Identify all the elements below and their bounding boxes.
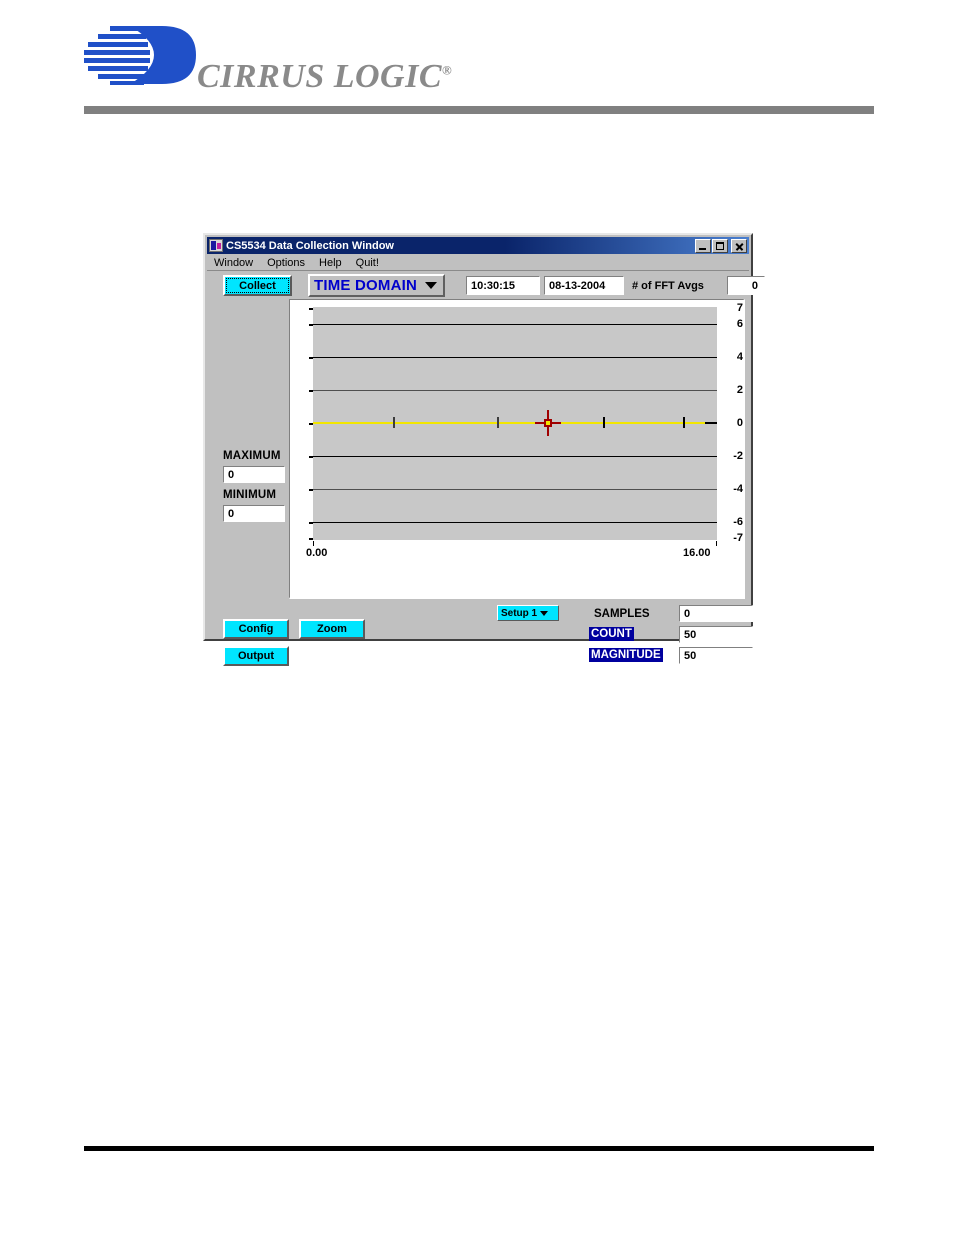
cursor-center-box <box>544 419 552 427</box>
menu-item-help[interactable]: Help <box>312 257 349 269</box>
magnitude-field[interactable]: 50 <box>679 647 753 664</box>
count-label: COUNT <box>589 627 634 641</box>
fft-avgs-label: # of FFT Avgs <box>628 276 725 295</box>
maximum-label: MAXIMUM <box>223 450 281 462</box>
chevron-down-icon <box>425 282 437 289</box>
count-field[interactable]: 50 <box>679 626 753 643</box>
zoom-button[interactable]: Zoom <box>299 619 365 639</box>
close-icon[interactable] <box>731 238 747 253</box>
samples-field[interactable]: 0 <box>679 605 753 622</box>
maximum-field[interactable]: 0 <box>223 466 285 483</box>
x-tick-label: 16.00 <box>683 547 711 559</box>
crosshair-cursor[interactable] <box>535 410 561 436</box>
data-marker <box>603 417 605 428</box>
time-display: 10:30:15 <box>466 276 540 295</box>
brand-wordmark: CIRRUS LOGIC® <box>197 58 452 96</box>
cirrus-logic-logo: CIRRUS LOGIC® <box>84 22 452 98</box>
chevron-down-icon <box>540 610 549 616</box>
y-tick-label: 0 <box>736 417 743 429</box>
domain-mode-select[interactable]: TIME DOMAIN <box>308 274 445 297</box>
registered-mark: ® <box>442 62 453 78</box>
x-tick-mark <box>716 541 717 546</box>
y-tick-label: 4 <box>736 351 743 363</box>
y-tick-label: 6 <box>736 318 743 330</box>
gridline-2 <box>313 390 717 391</box>
y-tick-label: -7 <box>733 532 743 544</box>
gridline-m2 <box>313 456 717 457</box>
gridline-6 <box>313 324 717 325</box>
y-tick-label: -2 <box>733 450 743 462</box>
data-marker <box>393 417 395 428</box>
x-tick-label: 0.00 <box>306 547 328 559</box>
collect-button[interactable]: Collect <box>223 275 292 296</box>
gridline-4 <box>313 357 717 358</box>
samples-label: SAMPLES <box>594 608 650 620</box>
domain-mode-label: TIME DOMAIN <box>314 277 418 294</box>
data-marker <box>497 417 499 428</box>
trace-baseline-tail <box>705 422 717 424</box>
y-tick-label: 2 <box>736 384 743 396</box>
fft-avgs-value: 0 <box>727 276 765 295</box>
window-title: CS5534 Data Collection Window <box>226 239 394 252</box>
header-divider <box>84 106 874 114</box>
gridline-m6 <box>313 522 717 523</box>
setup-select-label: Setup 1 <box>501 607 538 619</box>
app-icon <box>209 239 223 252</box>
setup-select[interactable]: Setup 1 <box>497 605 559 621</box>
magnitude-label: MAGNITUDE <box>589 648 663 662</box>
maximize-icon[interactable] <box>712 238 728 253</box>
config-button[interactable]: Config <box>223 619 289 639</box>
minimize-icon[interactable] <box>695 238 711 253</box>
date-display: 08-13-2004 <box>544 276 624 295</box>
toolbar: Collect TIME DOMAIN 10:30:15 08-13-2004 … <box>217 274 765 297</box>
graph-panel: 7 6 4 2 0 -2 -4 -6 -7 0.00 16.00 <box>289 299 745 599</box>
x-tick-mark <box>313 541 314 546</box>
data-marker <box>683 417 685 428</box>
y-tick-label: -4 <box>733 483 743 495</box>
cs5534-data-collection-window: CS5534 Data Collection Window Window Opt… <box>203 233 765 666</box>
menu-item-quit[interactable]: Quit! <box>349 257 386 269</box>
menu-bar: Window Options Help Quit! <box>207 255 749 271</box>
window-title-bar[interactable]: CS5534 Data Collection Window <box>207 237 749 254</box>
y-tick-label: 7 <box>736 302 743 314</box>
output-button[interactable]: Output <box>223 646 289 666</box>
menu-item-window[interactable]: Window <box>207 257 260 269</box>
brand-name: CIRRUS LOGIC <box>197 58 443 95</box>
gridline-m4 <box>313 489 717 490</box>
minimum-field[interactable]: 0 <box>223 505 285 522</box>
window-client-area: Collect TIME DOMAIN 10:30:15 08-13-2004 … <box>207 272 765 666</box>
footer-divider <box>84 1146 874 1151</box>
menu-item-options[interactable]: Options <box>260 257 312 269</box>
plot-area[interactable] <box>313 307 717 540</box>
minimum-label: MINIMUM <box>223 489 277 501</box>
page-letterhead: CIRRUS LOGIC® <box>84 22 874 114</box>
cirrus-logic-logo-icon <box>84 26 196 85</box>
signal-trace <box>313 422 707 424</box>
y-tick-label: -6 <box>733 516 743 528</box>
min-max-panel: MAXIMUM 0 MINIMUM 0 <box>215 299 289 599</box>
